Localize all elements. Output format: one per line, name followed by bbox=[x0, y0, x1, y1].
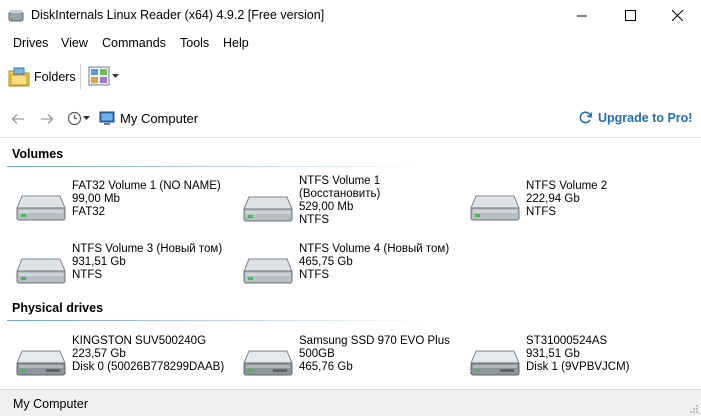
folders-icon bbox=[8, 67, 30, 87]
drive-model: ST31000524AS bbox=[526, 335, 608, 347]
app-icon bbox=[8, 10, 24, 22]
volume-filesystem: NTFS bbox=[299, 269, 330, 281]
physical-drive-item[interactable]: ST31000524AS 931,51 Gb Disk 1 (9VPBVJCM) bbox=[464, 335, 684, 387]
resize-grip-icon[interactable] bbox=[689, 404, 699, 414]
hard-drive-icon bbox=[243, 251, 293, 288]
menu-tools[interactable]: Tools bbox=[180, 36, 209, 50]
upgrade-label: Upgrade to Pro! bbox=[598, 110, 693, 125]
history-button[interactable] bbox=[67, 111, 90, 126]
maximize-button[interactable] bbox=[607, 0, 653, 31]
close-button[interactable] bbox=[654, 0, 700, 31]
minimize-icon bbox=[577, 15, 587, 16]
breadcrumb[interactable]: My Computer bbox=[99, 110, 198, 126]
divider bbox=[0, 137, 701, 138]
computer-icon bbox=[99, 111, 115, 125]
volume-item[interactable]: NTFS Volume 2 222,94 Gb NTFS bbox=[464, 180, 684, 232]
hard-drive-icon bbox=[16, 188, 66, 225]
status-text: My Computer bbox=[13, 397, 89, 411]
close-icon bbox=[671, 10, 683, 21]
volume-item[interactable]: NTFS Volume 3 (Новый том) 931,51 Gb NTFS bbox=[10, 243, 230, 295]
drive-model: Samsung SSD 970 EVO Plus bbox=[299, 335, 450, 347]
volume-filesystem: FAT32 bbox=[72, 206, 106, 218]
section-divider bbox=[7, 320, 427, 321]
menu-view[interactable]: View bbox=[61, 36, 88, 50]
drive-model: KINGSTON SUV500240G bbox=[72, 335, 207, 347]
back-arrow-icon[interactable] bbox=[10, 111, 26, 127]
volume-item[interactable]: FAT32 Volume 1 (NO NAME) 99,00 Mb FAT32 bbox=[10, 180, 230, 232]
breadcrumb-location: My Computer bbox=[120, 110, 199, 126]
refresh-icon bbox=[579, 111, 593, 124]
volume-name-secondary: (Восстановить) bbox=[299, 188, 381, 200]
physical-drive-item[interactable]: Samsung SSD 970 EVO Plus 500GB 465,76 Gb bbox=[237, 335, 457, 387]
physical-drive-item[interactable]: KINGSTON SUV500240G 223,57 Gb Disk 0 (50… bbox=[10, 335, 230, 387]
physical-drives-section-title: Physical drives bbox=[12, 301, 104, 315]
volume-filesystem: NTFS bbox=[299, 214, 330, 226]
section-divider bbox=[7, 166, 427, 167]
upgrade-link[interactable]: Upgrade to Pro! bbox=[578, 110, 692, 125]
volume-size: 222,94 Gb bbox=[526, 193, 580, 205]
physical-drive-icon bbox=[470, 343, 520, 380]
chevron-down-icon bbox=[112, 73, 119, 78]
menu-commands[interactable]: Commands bbox=[102, 36, 166, 50]
physical-drive-icon bbox=[243, 343, 293, 380]
volume-item[interactable]: NTFS Volume 4 (Новый том) 465,75 Gb NTFS bbox=[237, 243, 457, 295]
folders-label: Folders bbox=[34, 70, 76, 84]
menu-bar: Drives View Commands Tools Help bbox=[0, 33, 701, 55]
minimize-button[interactable] bbox=[559, 0, 605, 31]
volume-filesystem: NTFS bbox=[526, 206, 557, 218]
history-icon bbox=[67, 111, 82, 126]
hard-drive-icon bbox=[16, 251, 66, 288]
menu-drives[interactable]: Drives bbox=[13, 36, 48, 50]
title-bar: DiskInternals Linux Reader (x64) 4.9.2 [… bbox=[0, 0, 701, 31]
volume-name: NTFS Volume 3 (Новый том) bbox=[72, 243, 223, 255]
volume-name: NTFS Volume 1 bbox=[299, 175, 381, 187]
window-title: DiskInternals Linux Reader (x64) 4.9.2 [… bbox=[31, 8, 325, 22]
volume-name: NTFS Volume 4 (Новый том) bbox=[299, 243, 450, 255]
toolbar-separator bbox=[80, 64, 81, 90]
hard-drive-icon bbox=[470, 188, 520, 225]
volume-size: 99,00 Mb bbox=[72, 193, 120, 205]
status-bar: My Computer bbox=[0, 389, 701, 416]
toolbar: Folders bbox=[0, 58, 701, 96]
drive-size: 931,51 Gb bbox=[526, 348, 580, 360]
volumes-section-title: Volumes bbox=[12, 147, 64, 161]
folders-button[interactable]: Folders bbox=[7, 64, 76, 90]
drive-size: 465,76 Gb bbox=[299, 361, 353, 373]
drive-size: 223,57 Gb bbox=[72, 348, 126, 360]
drive-capacity-label: 500GB bbox=[299, 348, 335, 360]
chevron-down-icon bbox=[83, 116, 90, 120]
drive-id: Disk 0 (50026B778299DAAB) bbox=[72, 361, 225, 373]
view-mode-icon bbox=[88, 66, 110, 86]
navigation-bar: My Computer Upgrade to Pro! bbox=[0, 104, 701, 134]
volume-name: FAT32 Volume 1 (NO NAME) bbox=[72, 180, 221, 192]
forward-arrow-icon[interactable] bbox=[39, 111, 55, 127]
volume-size: 465,75 Gb bbox=[299, 256, 353, 268]
menu-help[interactable]: Help bbox=[223, 36, 249, 50]
volume-item[interactable]: NTFS Volume 1 (Восстановить) 529,00 Mb N… bbox=[237, 175, 457, 227]
drive-id: Disk 1 (9VPBVJCM) bbox=[526, 361, 630, 373]
volume-size: 529,00 Mb bbox=[299, 201, 354, 213]
physical-drive-icon bbox=[16, 343, 66, 380]
view-mode-button[interactable] bbox=[88, 66, 119, 86]
hard-drive-icon bbox=[243, 189, 293, 226]
volume-filesystem: NTFS bbox=[72, 269, 103, 281]
volume-name: NTFS Volume 2 bbox=[526, 180, 608, 192]
volume-size: 931,51 Gb bbox=[72, 256, 126, 268]
maximize-icon bbox=[624, 10, 636, 21]
